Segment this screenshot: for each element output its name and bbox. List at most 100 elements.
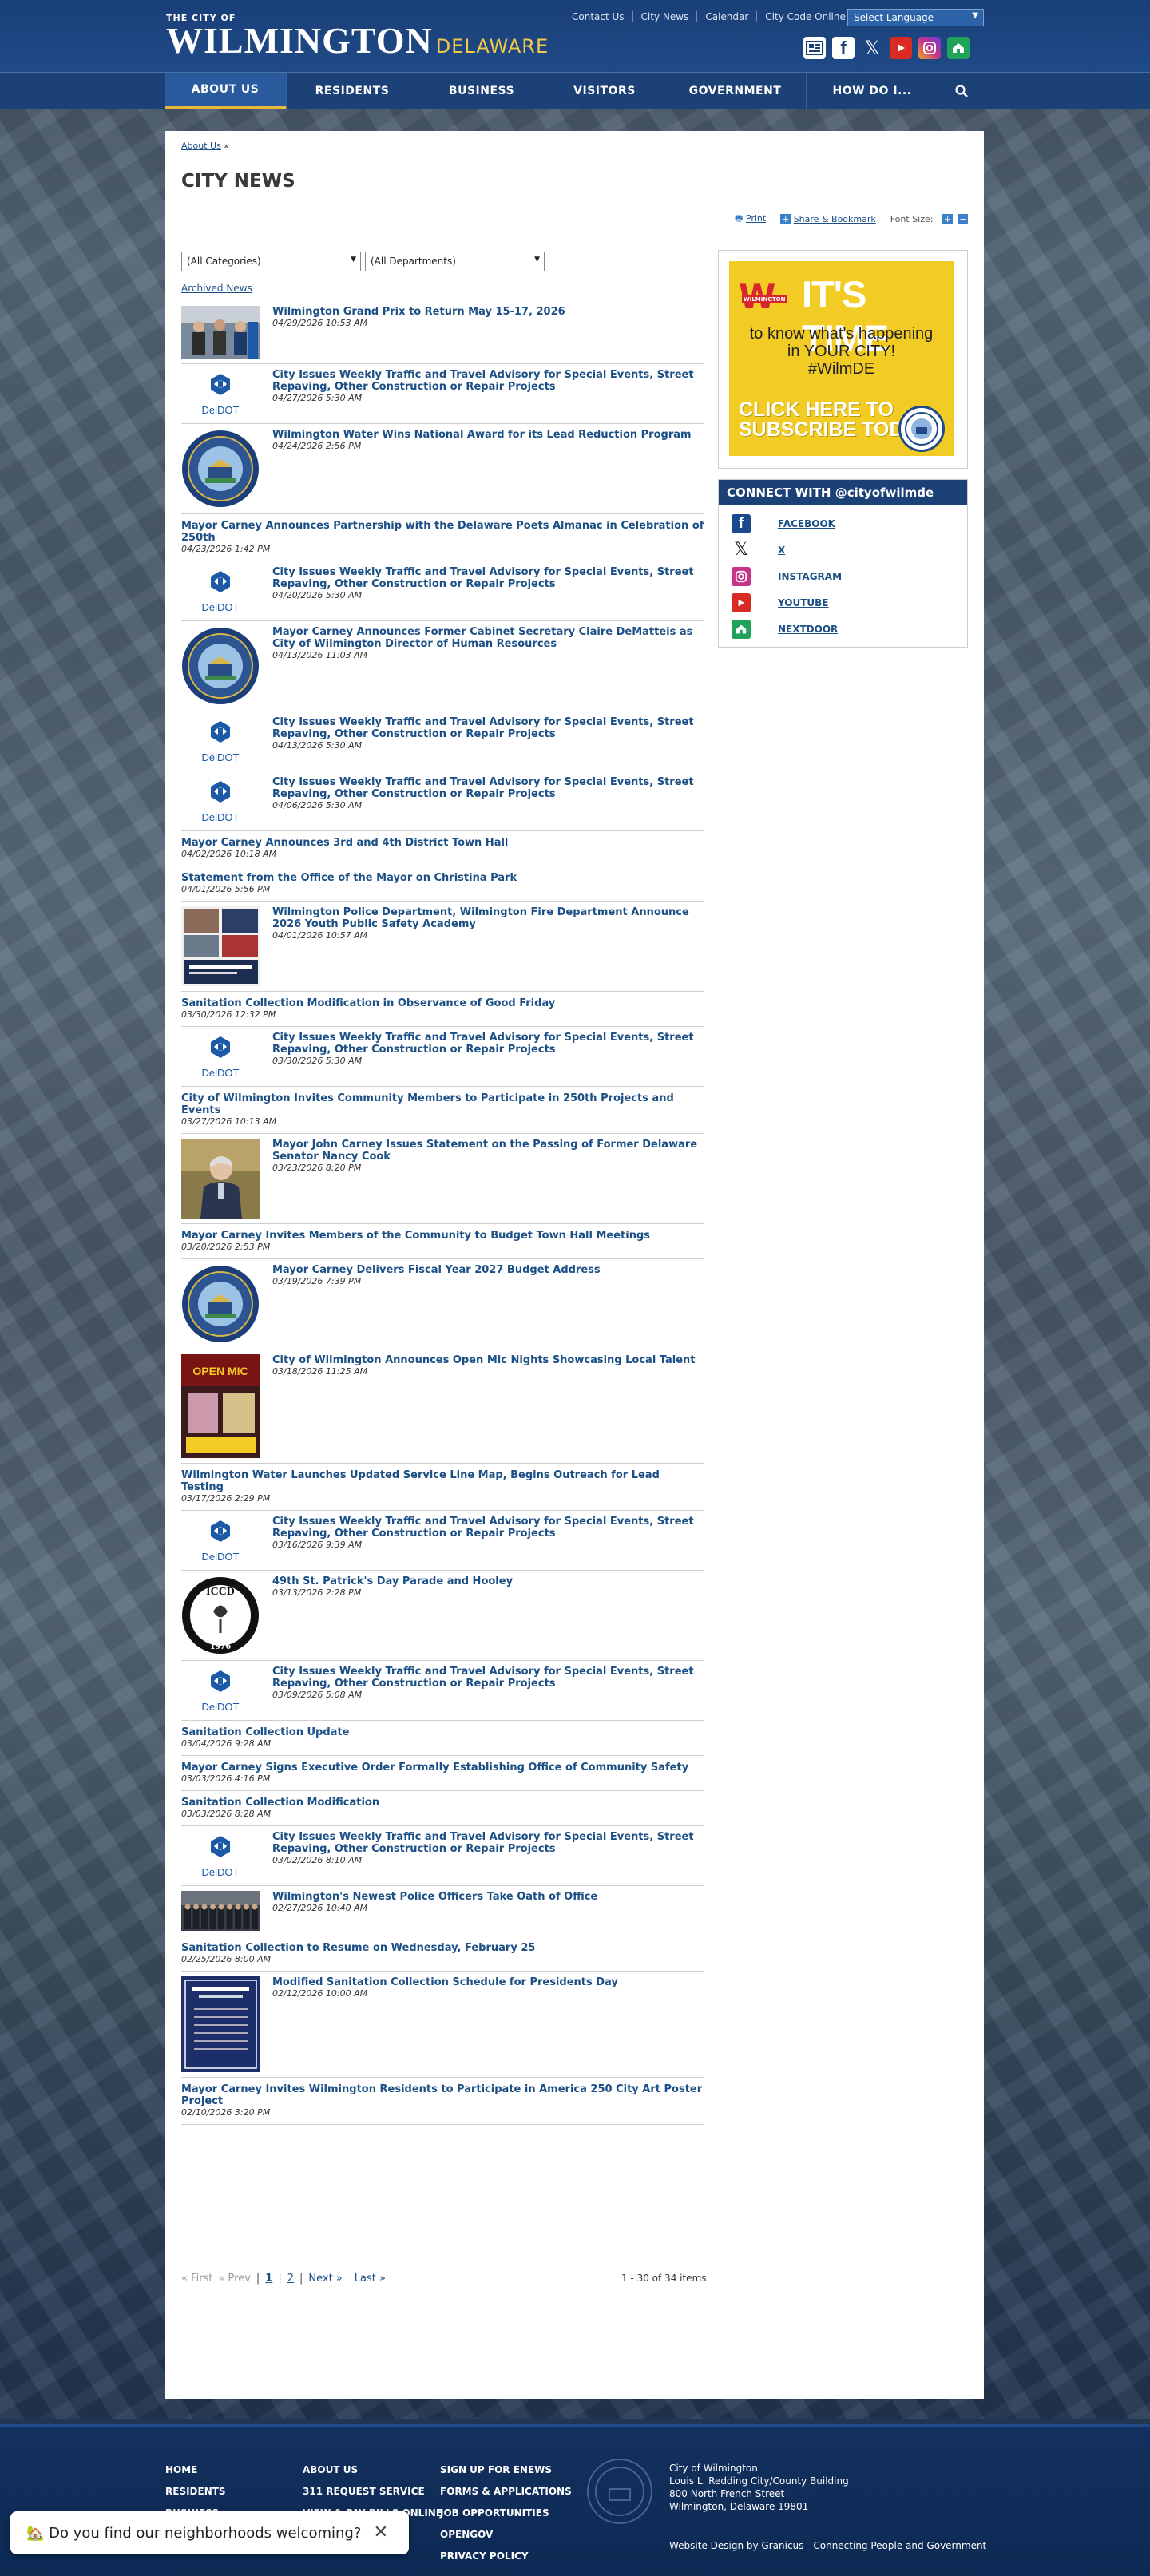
breadcrumb-about-us[interactable]: About Us: [181, 141, 221, 151]
social-row[interactable]: INSTAGRAM: [719, 563, 967, 589]
news-title-link[interactable]: Wilmington Police Department, Wilmington…: [272, 906, 704, 930]
news-title-link[interactable]: City Issues Weekly Traffic and Travel Ad…: [272, 1831, 704, 1855]
news-title-link[interactable]: Mayor John Carney Issues Statement on th…: [272, 1139, 704, 1163]
contact-us-link[interactable]: Contact Us: [564, 11, 633, 22]
poll-question[interactable]: 🏡 Do you find our neighborhoods welcomin…: [26, 2525, 361, 2542]
footer-jobs-link[interactable]: JOB OPPORTUNITIES: [440, 2507, 572, 2520]
instagram-icon[interactable]: [918, 37, 941, 59]
pager-page-1[interactable]: 1: [265, 2273, 272, 2285]
category-filter[interactable]: (All Categories) ▼: [181, 252, 361, 271]
news-title-link[interactable]: Wilmington Water Wins National Award for…: [272, 429, 704, 441]
nav-about-us[interactable]: ABOUT US: [165, 73, 287, 109]
youtube-icon[interactable]: [890, 37, 912, 59]
city-logo[interactable]: THE CITY OF WILMINGTON DELAWARE: [166, 13, 549, 59]
social-row[interactable]: f FACEBOOK: [719, 510, 967, 537]
news-thumbnail[interactable]: [181, 306, 260, 359]
social-link-youtube[interactable]: YOUTUBE: [778, 597, 828, 608]
news-thumbnail[interactable]: [181, 1976, 260, 2072]
footer-about-link[interactable]: ABOUT US: [303, 2463, 442, 2477]
share-tool[interactable]: + Share & Bookmark: [780, 214, 876, 224]
footer-credit[interactable]: Website Design by Granicus - Connecting …: [669, 2540, 986, 2551]
news-title-link[interactable]: Statement from the Office of the Mayor o…: [181, 872, 704, 884]
news-title-link[interactable]: Sanitation Collection Update: [181, 1726, 704, 1738]
pager-last[interactable]: Last »: [355, 2273, 386, 2285]
nav-government[interactable]: GOVERNMENT: [664, 73, 807, 109]
news-title-link[interactable]: City Issues Weekly Traffic and Travel Ad…: [272, 1666, 704, 1690]
news-title-link[interactable]: Wilmington's Newest Police Officers Take…: [272, 1891, 704, 1903]
news-title-link[interactable]: City Issues Weekly Traffic and Travel Ad…: [272, 566, 704, 590]
news-title-link[interactable]: 49th St. Patrick's Day Parade and Hooley: [272, 1575, 704, 1587]
news-title-link[interactable]: City Issues Weekly Traffic and Travel Ad…: [272, 1516, 704, 1540]
news-thumbnail[interactable]: DelDOT: [181, 1516, 260, 1565]
news-title-link[interactable]: City Issues Weekly Traffic and Travel Ad…: [272, 716, 704, 740]
news-icon[interactable]: [803, 37, 826, 59]
news-title-link[interactable]: City of Wilmington Invites Community Mem…: [181, 1092, 704, 1116]
share-link[interactable]: Share & Bookmark: [794, 214, 876, 224]
city-code-link[interactable]: City Code Online: [757, 11, 854, 22]
news-title-link[interactable]: Mayor Carney Invites Members of the Comm…: [181, 1230, 704, 1242]
news-thumbnail[interactable]: [181, 1264, 260, 1344]
footer-privacy-link[interactable]: PRIVACY POLICY: [440, 2550, 572, 2563]
social-link-facebook[interactable]: FACEBOOK: [778, 518, 835, 529]
news-title-link[interactable]: Mayor Carney Delivers Fiscal Year 2027 B…: [272, 1264, 704, 1276]
print-link[interactable]: Print: [746, 213, 766, 224]
footer-home-link[interactable]: HOME: [165, 2463, 226, 2477]
social-row[interactable]: NEXTDOOR: [719, 616, 967, 642]
pager-next[interactable]: Next »: [308, 2273, 342, 2285]
nav-business[interactable]: BUSINESS: [418, 73, 545, 109]
news-title-link[interactable]: City Issues Weekly Traffic and Travel Ad…: [272, 776, 704, 800]
news-title-link[interactable]: Sanitation Collection Modification in Ob…: [181, 997, 704, 1009]
news-title-link[interactable]: City Issues Weekly Traffic and Travel Ad…: [272, 1032, 704, 1056]
pager-page-2[interactable]: 2: [288, 2273, 294, 2285]
facebook-icon[interactable]: f: [832, 37, 855, 59]
news-thumbnail[interactable]: DelDOT: [181, 1831, 260, 1880]
news-thumbnail[interactable]: [181, 626, 260, 706]
social-link-x[interactable]: X: [778, 545, 785, 556]
news-thumbnail[interactable]: [181, 1891, 260, 1931]
news-title-link[interactable]: Modified Sanitation Collection Schedule …: [272, 1976, 704, 1988]
x-icon[interactable]: 𝕏: [861, 37, 883, 59]
news-title-link[interactable]: City Issues Weekly Traffic and Travel Ad…: [272, 369, 704, 393]
news-title-link[interactable]: Mayor Carney Announces Former Cabinet Se…: [272, 626, 704, 650]
search-icon[interactable]: [938, 73, 984, 109]
font-decrease-button[interactable]: −: [958, 214, 969, 224]
subscribe-ad-banner[interactable]: W WILMINGTON IT'S TIME to know what's ha…: [729, 261, 954, 456]
social-link-nextdoor[interactable]: NEXTDOOR: [778, 624, 838, 635]
news-thumbnail[interactable]: [181, 906, 260, 986]
archived-news-link[interactable]: Archived News: [181, 283, 252, 294]
footer-forms-link[interactable]: FORMS & APPLICATIONS: [440, 2485, 572, 2499]
news-title-link[interactable]: Sanitation Collection Modification: [181, 1797, 704, 1809]
news-title-link[interactable]: Mayor Carney Announces 3rd and 4th Distr…: [181, 837, 704, 849]
nextdoor-icon[interactable]: [947, 37, 970, 59]
news-thumbnail[interactable]: [181, 429, 260, 509]
font-increase-button[interactable]: +: [942, 214, 953, 224]
news-thumbnail[interactable]: DelDOT: [181, 1666, 260, 1715]
news-title-link[interactable]: Sanitation Collection to Resume on Wedne…: [181, 1942, 704, 1954]
news-title-link[interactable]: Wilmington Water Launches Updated Servic…: [181, 1469, 704, 1493]
city-news-link[interactable]: City News: [633, 11, 698, 22]
nav-how-do-i[interactable]: HOW DO I...: [807, 73, 938, 109]
news-thumbnail[interactable]: OPEN MIC: [181, 1354, 260, 1458]
social-link-instagram[interactable]: INSTAGRAM: [778, 571, 842, 582]
print-tool[interactable]: 🖶 Print: [735, 212, 766, 227]
nav-visitors[interactable]: VISITORS: [545, 73, 664, 109]
language-select[interactable]: Select Language ▼: [847, 9, 984, 26]
calendar-link[interactable]: Calendar: [697, 11, 758, 22]
news-thumbnail[interactable]: DelDOT: [181, 776, 260, 826]
feedback-poll[interactable]: 🏡 Do you find our neighborhoods welcomin…: [10, 2511, 409, 2554]
footer-enews-link[interactable]: SIGN UP FOR ENEWS: [440, 2463, 572, 2477]
nav-residents[interactable]: RESIDENTS: [287, 73, 418, 109]
footer-residents-link[interactable]: RESIDENTS: [165, 2485, 226, 2499]
footer-311-link[interactable]: 311 REQUEST SERVICE: [303, 2485, 442, 2499]
news-thumbnail[interactable]: DelDOT: [181, 716, 260, 766]
news-thumbnail[interactable]: DelDOT: [181, 566, 260, 616]
department-filter[interactable]: (All Departments) ▼: [365, 252, 545, 271]
news-title-link[interactable]: Mayor Carney Signs Executive Order Forma…: [181, 1762, 704, 1773]
news-thumbnail[interactable]: ICCD 1976: [181, 1575, 260, 1655]
news-title-link[interactable]: Mayor Carney Announces Partnership with …: [181, 520, 704, 544]
news-thumbnail[interactable]: DelDOT: [181, 369, 260, 418]
footer-opengov-link[interactable]: OPENGOV: [440, 2528, 572, 2542]
news-title-link[interactable]: Mayor Carney Invites Wilmington Resident…: [181, 2083, 704, 2107]
social-row[interactable]: YOUTUBE: [719, 589, 967, 616]
news-title-link[interactable]: City of Wilmington Announces Open Mic Ni…: [272, 1354, 704, 1366]
